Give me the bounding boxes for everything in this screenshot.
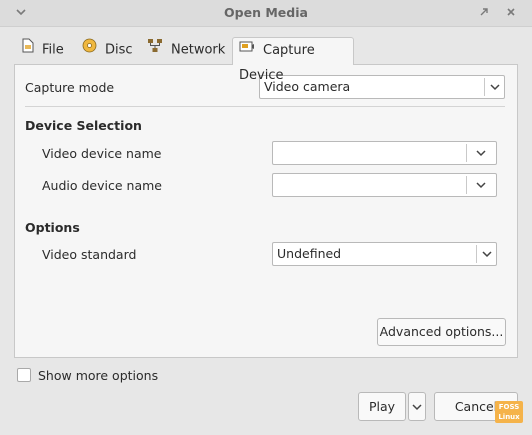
chevron-down-icon[interactable] bbox=[14, 6, 28, 20]
capture-device-panel bbox=[14, 64, 518, 358]
combo-divider bbox=[466, 144, 467, 162]
restore-icon[interactable] bbox=[477, 6, 491, 20]
tab-capture-device[interactable]: Capture Device bbox=[232, 37, 354, 83]
audio-device-label: Audio device name bbox=[42, 178, 162, 193]
chevron-down-icon bbox=[471, 142, 491, 164]
window-title: Open Media bbox=[224, 5, 308, 20]
file-icon bbox=[22, 38, 34, 62]
combo-divider bbox=[466, 176, 467, 194]
video-device-label: Video device name bbox=[42, 146, 162, 161]
watermark-line1: FOSS bbox=[498, 403, 520, 411]
capture-device-icon bbox=[239, 38, 255, 63]
watermark-line2: Linux bbox=[498, 413, 520, 421]
video-standard-value: Undefined bbox=[277, 246, 342, 261]
device-selection-heading: Device Selection bbox=[25, 118, 142, 133]
chevron-down-icon bbox=[485, 76, 505, 98]
advanced-options-button[interactable]: Advanced options... bbox=[377, 318, 506, 346]
video-standard-label: Video standard bbox=[42, 247, 137, 262]
watermark-logo: FOSS Linux bbox=[495, 401, 523, 423]
video-device-select[interactable] bbox=[272, 141, 497, 165]
divider bbox=[25, 106, 505, 107]
show-more-options-label[interactable]: Show more options bbox=[38, 368, 158, 383]
chevron-down-icon bbox=[410, 397, 424, 420]
chevron-down-icon bbox=[477, 243, 497, 265]
video-standard-select[interactable]: Undefined bbox=[272, 242, 497, 266]
show-more-options-checkbox[interactable] bbox=[17, 368, 31, 382]
play-button[interactable]: Play bbox=[358, 392, 406, 421]
tab-file-label: File bbox=[42, 42, 64, 58]
options-heading: Options bbox=[25, 220, 80, 235]
tab-network-label: Network bbox=[171, 42, 226, 58]
capture-mode-select[interactable]: Video camera bbox=[259, 75, 505, 99]
tab-disc-label: Disc bbox=[105, 42, 133, 58]
capture-mode-label: Capture mode bbox=[25, 80, 115, 95]
tab-file[interactable]: File bbox=[22, 38, 64, 64]
chevron-down-icon bbox=[471, 174, 491, 196]
network-icon bbox=[147, 38, 163, 62]
disc-icon bbox=[82, 38, 97, 62]
tab-disc[interactable]: Disc bbox=[82, 38, 133, 64]
audio-device-select[interactable] bbox=[272, 173, 497, 197]
tab-network[interactable]: Network bbox=[147, 38, 225, 64]
close-icon[interactable] bbox=[504, 6, 518, 20]
play-dropdown-button[interactable] bbox=[408, 392, 426, 421]
